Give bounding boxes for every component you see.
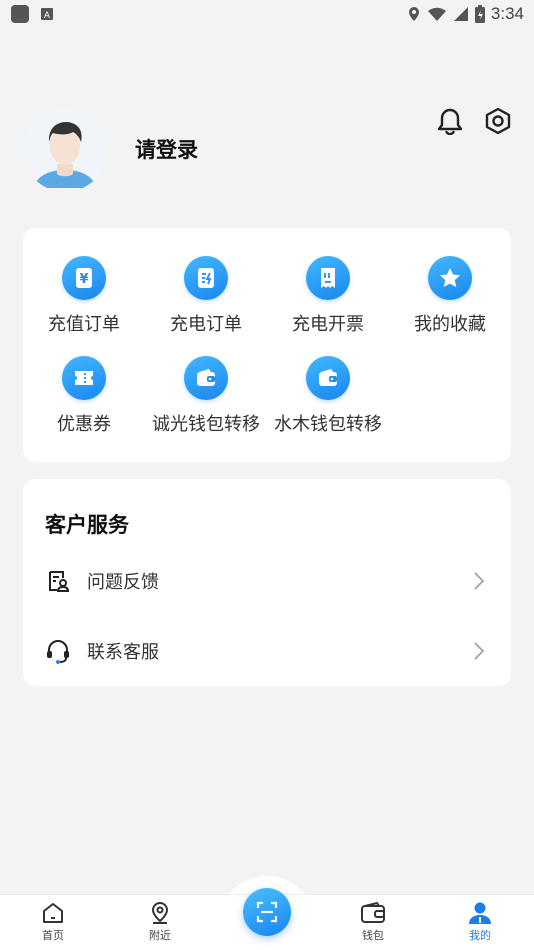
status-bar: A 3:34 <box>0 0 534 28</box>
recharge-order-icon: ¥ <box>62 256 106 300</box>
grid-item-label: 充电订单 <box>170 314 242 335</box>
scan-button[interactable] <box>243 888 291 936</box>
avatar[interactable] <box>23 108 107 192</box>
grid-item-coupons[interactable]: 优惠券 <box>23 356 145 452</box>
section-title: 客户服务 <box>45 513 129 537</box>
chevron-right-icon <box>469 641 489 661</box>
status-time: 3:34 <box>490 4 524 23</box>
customer-service-card: 客户服务 问题反馈 联系客服 <box>23 479 511 686</box>
notification-button[interactable] <box>435 106 465 136</box>
tab-nearby[interactable]: 附近 <box>110 895 210 950</box>
grid-item-label: 充电开票 <box>292 314 364 335</box>
feedback-label: 问题反馈 <box>87 572 159 593</box>
profile-header: 请登录 <box>23 106 513 194</box>
bell-icon <box>437 108 463 135</box>
tab-label: 我的 <box>469 929 491 942</box>
grid-item-label: 优惠券 <box>57 414 111 435</box>
charge-order-icon <box>184 256 228 300</box>
settings-hex-icon <box>485 107 511 135</box>
feedback-row[interactable]: 问题反馈 <box>23 554 511 608</box>
tab-wallet[interactable]: 钱包 <box>323 895 423 950</box>
grid-item-label: 充值订单 <box>48 314 120 335</box>
keyboard-notification-icon: A <box>41 8 53 21</box>
tab-label: 附近 <box>149 929 171 942</box>
coupon-icon <box>62 356 106 400</box>
grid-item-shuimu-wallet-transfer[interactable]: 水木钱包转移 <box>267 356 389 452</box>
wifi-icon <box>427 7 446 21</box>
contact-support-row[interactable]: 联系客服 <box>23 624 511 678</box>
settings-button[interactable] <box>483 106 513 136</box>
tab-label: 钱包 <box>362 929 384 942</box>
invoice-icon <box>306 256 350 300</box>
grid-item-chengguang-wallet-transfer[interactable]: 诚光钱包转移 <box>145 356 267 452</box>
app-notification-icon <box>11 5 29 23</box>
cellular-icon <box>453 7 468 21</box>
svg-text:¥: ¥ <box>79 272 88 287</box>
wallet-transfer-icon <box>306 356 350 400</box>
headset-icon <box>45 638 71 664</box>
scan-icon <box>256 901 278 923</box>
feedback-icon <box>45 568 71 594</box>
login-prompt[interactable]: 请登录 <box>135 134 198 164</box>
grid-item-label: 诚光钱包转移 <box>152 414 260 435</box>
location-status-icon <box>408 7 419 21</box>
grid-item-label: 水木钱包转移 <box>274 414 382 435</box>
svg-text:A: A <box>44 11 51 21</box>
orders-grid-card: ¥ 充值订单 充电订单 充电开票 我的收藏 优惠券 诚光钱包转移 水木钱包转移 <box>23 228 511 462</box>
tab-label: 首页 <box>42 929 64 942</box>
grid-item-label: 我的收藏 <box>414 314 486 335</box>
chevron-right-icon <box>469 571 489 591</box>
user-icon <box>469 902 491 924</box>
home-icon <box>43 903 63 923</box>
battery-icon <box>474 5 485 23</box>
grid-item-recharge-orders[interactable]: ¥ 充值订单 <box>23 256 145 352</box>
grid-item-invoice[interactable]: 充电开票 <box>267 256 389 352</box>
grid-item-favorites[interactable]: 我的收藏 <box>389 256 511 352</box>
wallet-icon <box>361 901 385 923</box>
location-icon <box>151 901 169 924</box>
tab-mine[interactable]: 我的 <box>430 895 530 950</box>
grid-item-charging-orders[interactable]: 充电订单 <box>145 256 267 352</box>
tab-home[interactable]: 首页 <box>3 895 103 950</box>
star-icon <box>428 256 472 300</box>
wallet-transfer-icon <box>184 356 228 400</box>
contact-support-label: 联系客服 <box>87 642 159 663</box>
